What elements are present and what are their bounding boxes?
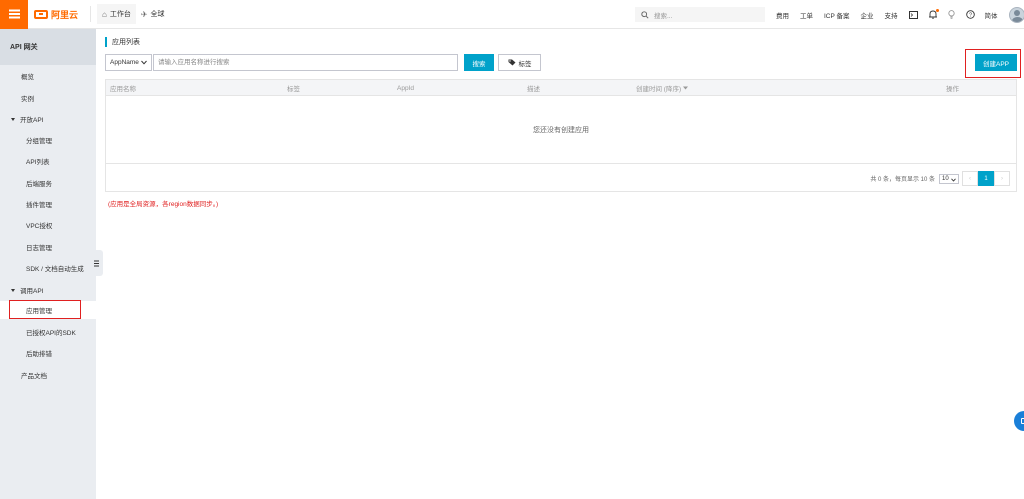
search-button[interactable]: 搜索 xyxy=(464,54,494,71)
lightbulb-icon[interactable] xyxy=(947,10,957,20)
sidebar-title: API 网关 xyxy=(0,29,96,65)
prev-page-button[interactable]: ‹ xyxy=(962,171,978,186)
caret-down-icon xyxy=(11,117,15,121)
logo-icon xyxy=(34,9,48,19)
collapse-icon xyxy=(93,262,99,264)
aliyun-logo[interactable]: 阿里云 xyxy=(34,8,86,21)
column-header-tags: 标签 xyxy=(287,86,300,93)
app-name-search-input[interactable] xyxy=(153,54,458,71)
divider xyxy=(90,6,91,22)
globe-icon: ✈ xyxy=(140,9,148,19)
app-table: 应用名称 标签 AppId 描述 创建时间 (降序) 操作 您还没有创建应用 共… xyxy=(105,79,1017,192)
pagination-summary: 共 0 条，每页显示 10 条 xyxy=(870,177,935,183)
next-page-button[interactable]: › xyxy=(994,171,1010,186)
nav-enterprise[interactable]: 企业 xyxy=(861,10,874,20)
menu-icon[interactable] xyxy=(0,0,28,29)
global-search[interactable]: 搜索... xyxy=(635,7,765,22)
home-icon: ⌂ xyxy=(102,9,107,19)
notification-badge xyxy=(935,8,939,12)
column-header-app-name: 应用名称 xyxy=(110,86,136,93)
language-switch[interactable]: 简体 xyxy=(985,10,998,20)
page-number-button[interactable]: 1 xyxy=(978,171,994,186)
sidebar-item-api-list[interactable]: API列表 xyxy=(0,152,96,170)
sidebar-item-sdk-docs[interactable]: SDK / 文档自动生成 xyxy=(0,259,96,277)
sort-down-icon xyxy=(683,86,689,90)
sidebar: API 网关 概览 实例 开放API 分组管理 API列表 后端服务 插件管理 … xyxy=(0,29,96,499)
sidebar-item-plugin-management[interactable]: 插件管理 xyxy=(0,195,96,213)
sidebar-item-backend-services[interactable]: 后端服务 xyxy=(0,174,96,192)
workbench-link[interactable]: ⌂ 工作台 xyxy=(97,4,136,24)
nav-support[interactable]: 支持 xyxy=(885,10,898,20)
sidebar-item-vpc-authorization[interactable]: VPC授权 xyxy=(0,216,96,234)
chevron-down-icon xyxy=(141,60,147,65)
search-field-select[interactable]: AppName xyxy=(105,54,152,71)
pagination: 共 0 条，每页显示 10 条 10 ‹ 1 › xyxy=(870,171,1010,186)
topbar-right-menu: 费用 工单 ICP 备案 企业 支持 ? 简体 xyxy=(776,0,1024,29)
search-icon xyxy=(641,10,649,19)
create-app-button[interactable]: 创建APP xyxy=(975,54,1017,71)
chevron-right-icon: › xyxy=(1001,175,1003,182)
sidebar-group-call-api[interactable]: 调用API xyxy=(0,281,96,299)
column-header-created-time[interactable]: 创建时间 (降序) xyxy=(636,80,689,96)
terminal-icon[interactable] xyxy=(909,10,919,20)
sidebar-item-group-management[interactable]: 分组管理 xyxy=(0,131,96,149)
global-resource-note: (应用是全局资源，各region数据同步。) xyxy=(108,201,219,208)
table-header: 应用名称 标签 AppId 描述 创建时间 (降序) 操作 xyxy=(106,80,1016,96)
sidebar-collapse-handle[interactable] xyxy=(89,250,103,276)
region-selector[interactable]: ✈ 全球 xyxy=(136,4,170,24)
empty-state-text: 您还没有创建应用 xyxy=(106,97,1016,164)
column-header-appid: AppId xyxy=(397,84,414,92)
page-title: 应用列表 xyxy=(105,37,140,47)
column-header-actions: 操作 xyxy=(946,86,959,93)
nav-tickets[interactable]: 工单 xyxy=(800,10,813,20)
sidebar-item-troubleshooting[interactable]: 后助排错 xyxy=(0,344,96,362)
sidebar-item-overview[interactable]: 概览 xyxy=(0,67,96,85)
search-placeholder: 搜索... xyxy=(654,12,673,20)
tag-filter-button[interactable]: 标签 xyxy=(498,54,541,71)
chevron-down-icon xyxy=(951,177,956,182)
sidebar-group-open-api[interactable]: 开放API xyxy=(0,110,96,128)
tag-icon xyxy=(508,59,515,66)
svg-text:?: ? xyxy=(969,12,972,18)
bell-icon[interactable] xyxy=(928,8,939,20)
sidebar-item-product-docs[interactable]: 产品文档 xyxy=(0,366,96,384)
chevron-left-icon: ‹ xyxy=(969,175,971,182)
user-avatar[interactable] xyxy=(1008,6,1024,23)
top-navigation-bar: 阿里云 ⌂ 工作台 ✈ 全球 搜索... 费用 工单 ICP 备案 企业 支持 … xyxy=(0,0,1024,29)
sidebar-item-authorized-api-sdk[interactable]: 已授权API的SDK xyxy=(0,323,96,341)
column-header-description: 描述 xyxy=(527,86,540,93)
sidebar-item-app-management[interactable]: 应用管理 xyxy=(0,301,96,319)
nav-billing[interactable]: 费用 xyxy=(776,10,789,20)
help-icon[interactable]: ? xyxy=(966,10,976,20)
caret-down-icon xyxy=(11,288,15,292)
page-size-select[interactable]: 10 xyxy=(939,173,959,184)
nav-icp[interactable]: ICP 备案 xyxy=(824,10,850,20)
floating-help-button[interactable] xyxy=(1014,411,1024,431)
sidebar-item-log-management[interactable]: 日志管理 xyxy=(0,238,96,256)
sidebar-item-instances[interactable]: 实例 xyxy=(0,89,96,107)
